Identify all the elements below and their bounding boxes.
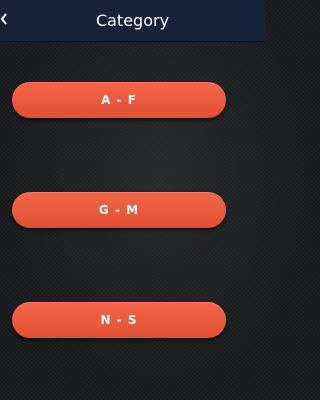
app-bar: Category xyxy=(0,0,265,42)
category-list: A - F G - M N - S xyxy=(0,42,265,400)
category-button-a-f[interactable]: A - F xyxy=(12,82,226,118)
page-title: Category xyxy=(95,11,170,30)
category-button-g-m[interactable]: G - M xyxy=(12,192,226,228)
category-button-n-s[interactable]: N - S xyxy=(12,302,226,338)
